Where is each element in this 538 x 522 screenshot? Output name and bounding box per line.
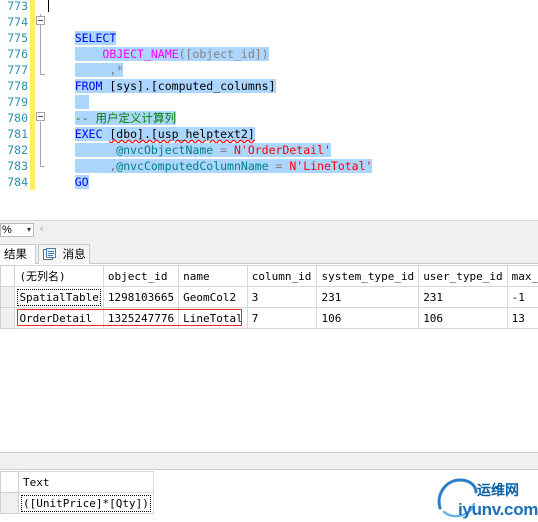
code-line: -- 用户定义计算列 bbox=[47, 94, 176, 125]
code-line: EXEC [dbo].[usp_helptext2] bbox=[47, 110, 255, 141]
line-number: 783 bbox=[7, 159, 28, 173]
line-number: 781 bbox=[7, 127, 28, 141]
code-line: ,* bbox=[47, 46, 124, 77]
change-tracking-bar bbox=[30, 0, 35, 190]
sql-editor[interactable]: 773 774 775 776 777 778 779 780 781 782 … bbox=[0, 0, 538, 220]
row-header[interactable] bbox=[0, 265, 16, 287]
tab-messages-label: 消息 bbox=[62, 247, 86, 261]
grid-header-row: Text bbox=[0, 471, 154, 493]
grid-cell[interactable]: 7 bbox=[246, 307, 318, 329]
column-header[interactable]: (无列名) bbox=[14, 265, 104, 287]
outline-end bbox=[40, 166, 45, 167]
results-empty-area bbox=[0, 331, 538, 452]
equals-sign: = bbox=[268, 159, 290, 173]
chevron-down-icon: ▾ bbox=[26, 225, 31, 234]
column-header[interactable]: system_type_id bbox=[316, 265, 420, 287]
table-row[interactable]: SpatialTable 1298103665 GeomCol2 3 231 2… bbox=[0, 286, 538, 308]
text-caret bbox=[48, 0, 49, 12]
row-header[interactable] bbox=[0, 307, 16, 329]
grid-cell[interactable]: 3 bbox=[246, 286, 318, 308]
grid-cell[interactable]: 1298103665 bbox=[102, 286, 180, 308]
grid-cell[interactable]: 231 bbox=[418, 286, 508, 308]
tab-results[interactable]: 结果 bbox=[0, 244, 36, 264]
line-number: 774 bbox=[7, 15, 28, 29]
line-number: 776 bbox=[7, 47, 28, 61]
line-number-gutter: 773 774 775 776 777 778 779 780 781 782 … bbox=[0, 0, 30, 220]
watermark-domain: iyunv.com bbox=[458, 500, 538, 519]
outline-line bbox=[40, 122, 41, 166]
outline-end bbox=[40, 74, 45, 75]
code-line: ,@nvcComputedColumnName = N'LineTotal' bbox=[47, 142, 373, 173]
parameter-value: N'LineTotal' bbox=[289, 159, 373, 173]
collapse-toggle-icon[interactable] bbox=[36, 16, 45, 25]
column-header[interactable]: Text bbox=[18, 471, 154, 493]
text-results-grid[interactable]: Text ([UnitPrice]*[Qty]) bbox=[0, 471, 154, 514]
grid-cell[interactable]: -1 bbox=[506, 286, 538, 308]
zoom-dropdown[interactable]: % ▾ bbox=[0, 223, 34, 237]
keyword-go: GO bbox=[74, 175, 89, 189]
line-number: 779 bbox=[7, 95, 28, 109]
messages-icon bbox=[43, 247, 56, 260]
function-args: ([object_id]) bbox=[178, 47, 269, 61]
zoom-bar: % ▾ ‹ bbox=[0, 220, 538, 238]
column-header[interactable]: object_id bbox=[102, 265, 180, 287]
line-number: 784 bbox=[7, 175, 28, 189]
code-line: @nvcObjectName = N'OrderDetail' bbox=[47, 126, 331, 157]
row-header[interactable] bbox=[0, 286, 16, 308]
line-number: 782 bbox=[7, 143, 28, 157]
line-number: 775 bbox=[7, 31, 28, 45]
tab-messages[interactable]: 消息 bbox=[38, 244, 90, 264]
results-tab-strip: 结果 消息 bbox=[0, 238, 538, 264]
watermark-title: 运维网 bbox=[477, 483, 519, 499]
grid-cell[interactable]: 13 bbox=[506, 307, 538, 329]
grid-cell[interactable]: SpatialTable bbox=[14, 286, 104, 308]
results-splitter[interactable] bbox=[0, 452, 538, 470]
collapse-toggle-icon[interactable] bbox=[36, 112, 45, 121]
code-line: OBJECT_NAME([object_id]) bbox=[47, 30, 269, 61]
grid-cell[interactable]: 231 bbox=[316, 286, 420, 308]
watermark-logo: 运维网 iyunv.com bbox=[432, 472, 538, 522]
grid-cell[interactable]: GeomCol2 bbox=[178, 286, 248, 308]
column-header[interactable]: max_l bbox=[506, 265, 538, 287]
grid-cell[interactable]: 106 bbox=[316, 307, 420, 329]
scroll-left-icon[interactable]: ‹ bbox=[40, 223, 44, 235]
line-number: 777 bbox=[7, 63, 28, 77]
tab-results-label: 结果 bbox=[4, 247, 27, 261]
highlight-annotation-box bbox=[17, 309, 242, 326]
table-row[interactable]: ([UnitPrice]*[Qty]) bbox=[0, 492, 154, 514]
line-number: 773 bbox=[7, 0, 28, 13]
grid-cell[interactable]: ([UnitPrice]*[Qty]) bbox=[18, 492, 154, 514]
line-number: 778 bbox=[7, 79, 28, 93]
column-header[interactable]: column_id bbox=[246, 265, 318, 287]
parameter-name: @nvcComputedColumnName bbox=[116, 159, 269, 173]
grid-cell[interactable]: 106 bbox=[418, 307, 508, 329]
code-line bbox=[47, 78, 89, 109]
zoom-value: % bbox=[2, 224, 12, 236]
row-header[interactable] bbox=[0, 492, 19, 514]
code-line: GO bbox=[47, 158, 89, 189]
code-line: FROM [sys].[computed_columns] bbox=[47, 62, 276, 93]
table-name: [sys].[computed_columns] bbox=[109, 79, 276, 93]
line-number: 780 bbox=[7, 111, 28, 125]
row-header[interactable] bbox=[0, 471, 19, 493]
grid-header-row: (无列名) object_id name column_id system_ty… bbox=[0, 265, 538, 287]
column-header[interactable]: user_type_id bbox=[418, 265, 508, 287]
column-header[interactable]: name bbox=[178, 265, 248, 287]
code-line: SELECT bbox=[47, 14, 117, 45]
